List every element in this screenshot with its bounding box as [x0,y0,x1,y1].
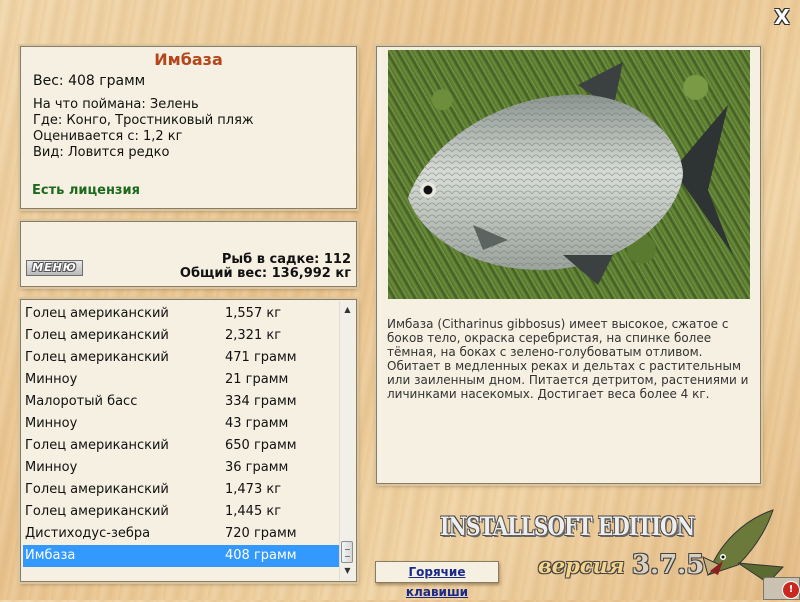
value-line: Оценивается с: 1,2 кг [33,129,183,144]
catch-row[interactable]: Имбаза 408 грамм [23,545,340,567]
catch-row[interactable]: Голец американский 2,321 кг [23,325,340,347]
fish-title: Имбаза [154,50,223,69]
catch-fish-weight: 471 грамм [225,350,297,365]
catch-fish-name: Голец американский [25,482,169,497]
fish-picture-panel: Имбаза (Citharinus gibbosus) имеет высок… [376,46,761,484]
alert-icon[interactable]: ! [782,581,800,599]
catch-fish-name: Голец американский [25,306,169,321]
catch-fish-name: Минноу [25,372,78,387]
version-number: 3.7.5 [631,550,705,580]
fish-illustration [408,62,733,285]
catch-row[interactable]: Голец американский 1,445 кг [23,501,340,523]
catch-fish-name: Голец американский [25,328,169,343]
total-weight: Общий вес: 136,992 кг [179,266,351,281]
catch-fish-weight: 43 грамм [225,416,289,431]
catch-fish-name: Имбаза [25,548,76,563]
keepnet-stats-panel: МЕНЮ Рыб в садке: 112 Общий вес: 136,992… [20,221,357,287]
catch-row[interactable]: Минноу 36 грамм [23,457,340,479]
fish-count: Рыб в садке: 112 [221,252,351,267]
catch-row[interactable]: Дистиходус-зебра 720 грамм [23,523,340,545]
catch-row[interactable]: Малоротый басс 334 грамм [23,391,340,413]
catch-row[interactable]: Минноу 21 грамм [23,369,340,391]
edition-label: INSTALLSOFT EDITION [440,512,695,541]
location-line: Где: Конго, Тростниковый пляж [33,113,254,128]
catch-fish-weight: 2,321 кг [225,328,282,343]
catch-fish-name: Малоротый басс [25,394,138,409]
version-label: версия 3.7.5 [538,550,704,580]
catch-fish-name: Голец американский [25,504,169,519]
catch-fish-weight: 650 грамм [225,438,297,453]
list-scrollbar[interactable]: ▲ ▼ [339,301,355,580]
scroll-up-icon[interactable]: ▲ [340,303,355,317]
catch-row[interactable]: Голец американский 1,473 кг [23,479,340,501]
scroll-thumb[interactable] [341,541,353,563]
catch-fish-weight: 21 грамм [225,372,289,387]
catch-fish-name: Дистиходус-зебра [25,526,151,541]
catch-fish-weight: 1,445 кг [225,504,282,519]
catch-fish-weight: 36 грамм [225,460,289,475]
catch-fish-weight: 720 грамм [225,526,297,541]
fish-details: На что поймана: Зелень Где: Конго, Трост… [33,97,254,161]
close-icon[interactable]: X [772,7,792,27]
tray-widget[interactable]: ! [763,577,800,600]
catch-row[interactable]: Голец американский 650 грамм [23,435,340,457]
fish-photo [388,50,750,299]
menu-button[interactable]: МЕНЮ [26,260,83,276]
fish-weight: Вес: 408 грамм [33,73,146,89]
catch-fish-weight: 408 грамм [225,548,297,563]
catch-row[interactable]: Голец американский 471 грамм [23,347,340,369]
catch-rows: Голец американский 1,557 кг Голец американ… [23,303,340,567]
catch-fish-weight: 334 грамм [225,394,297,409]
catch-row[interactable]: Голец американский 1,557 кг [23,303,340,325]
bait-line: На что поймана: Зелень [33,97,199,112]
pike-fish-icon [702,509,785,584]
catch-list[interactable]: Голец американский 1,557 кг Голец американ… [20,299,357,582]
brand-logo: INSTALLSOFT EDITION версия 3.7.5 [440,512,704,582]
catch-fish-weight: 1,473 кг [225,482,282,497]
catch-fish-name: Минноу [25,416,78,431]
scroll-down-icon[interactable]: ▼ [340,564,355,578]
version-word: версия [538,553,625,578]
catch-fish-name: Минноу [25,460,78,475]
catch-fish-name: Голец американский [25,438,169,453]
catch-fish-weight: 1,557 кг [225,306,282,321]
fish-description: Имбаза (Citharinus gibbosus) имеет высок… [387,317,749,401]
license-status: Есть лицензия [32,183,140,198]
catch-fish-name: Голец американский [25,350,169,365]
catch-row[interactable]: Минноу 43 грамм [23,413,340,435]
fish-info-panel: Имбаза Вес: 408 грамм На что поймана: Зе… [20,46,357,209]
rarity-line: Вид: Ловится редко [33,145,170,160]
